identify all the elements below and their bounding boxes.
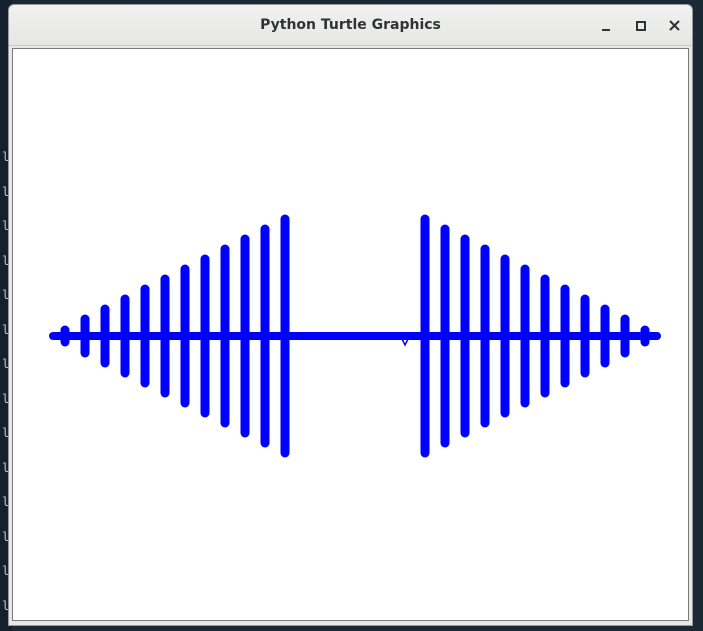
minimize-button[interactable] <box>595 15 617 37</box>
turtle-canvas[interactable] <box>12 48 689 621</box>
close-icon <box>669 20 680 31</box>
window-title: Python Turtle Graphics <box>260 17 441 33</box>
minimize-icon <box>602 29 610 31</box>
turtle-drawing <box>49 214 661 458</box>
maximize-button[interactable] <box>630 15 652 37</box>
title-bar[interactable]: Python Turtle Graphics <box>9 5 692 46</box>
turtle-window: Python Turtle Graphics <box>8 4 693 626</box>
maximize-icon <box>636 21 646 31</box>
close-button[interactable] <box>664 15 686 37</box>
